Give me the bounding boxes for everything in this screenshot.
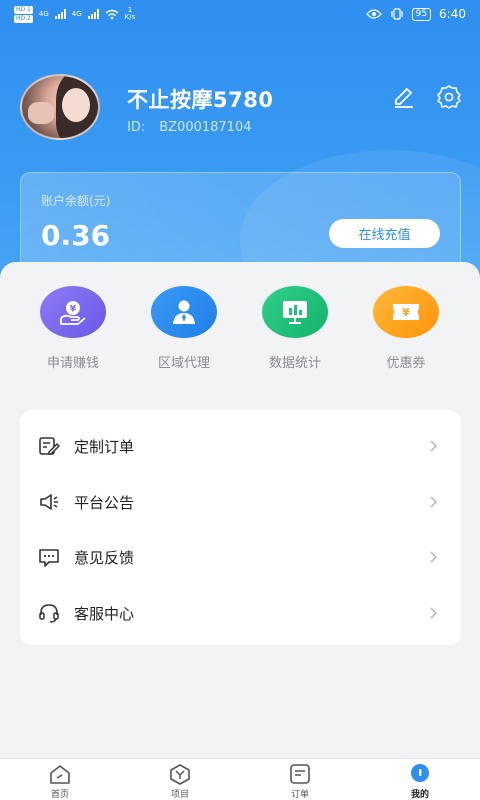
quick-action-coupon[interactable]: ¥ 优惠券 (351, 286, 461, 371)
tab-home[interactable]: 首页 (20, 763, 100, 800)
order-icon (290, 764, 310, 784)
user-id-label: ID: (127, 120, 146, 135)
chevron-right-icon (430, 496, 438, 508)
tab-project[interactable]: 项目 (140, 763, 220, 800)
avatar[interactable] (20, 74, 100, 140)
money-hand-icon: ¥ (60, 301, 86, 325)
network-type-2: 4G (71, 10, 82, 18)
agent-person-icon (173, 300, 195, 324)
custom-order-icon (39, 437, 60, 455)
user-id: ID: BZ000187104 (127, 120, 252, 135)
wifi-icon (105, 9, 119, 19)
menu-item-announcement-label: 平台公告 (74, 493, 135, 512)
tab-me[interactable]: 我的 (380, 763, 460, 800)
chevron-right-icon (430, 607, 438, 619)
tab-order-label: 订单 (290, 790, 309, 800)
hd1-badge: HD 1 (14, 5, 33, 14)
tab-project-label: 项目 (170, 790, 189, 800)
project-icon (170, 764, 190, 785)
username: 不止按摩5780 (127, 88, 274, 112)
me-icon (411, 764, 429, 782)
menu-card: 定制订单 平台公告 意见反馈 客服中心 (20, 410, 461, 645)
menu-item-feedback-label: 意见反馈 (74, 548, 135, 567)
gear-icon[interactable] (436, 84, 462, 110)
hd2-badge: HD 2 (14, 14, 33, 23)
menu-item-customer-service[interactable]: 客服中心 (20, 585, 461, 641)
quick-action-coupon-label: 优惠券 (386, 356, 426, 371)
tab-me-label: 我的 (410, 790, 429, 800)
chevron-right-icon (430, 551, 438, 563)
vibrate-icon (390, 8, 403, 20)
svg-text:¥: ¥ (402, 306, 410, 319)
menu-item-customer-service-label: 客服中心 (74, 604, 135, 623)
chevron-right-icon (430, 440, 438, 452)
quick-action-statistics[interactable]: 数据统计 (240, 286, 350, 371)
avatar-hand (28, 102, 54, 124)
edit-icon[interactable] (391, 84, 417, 110)
svg-text:¥: ¥ (70, 305, 77, 315)
battery-level: 95 (411, 7, 432, 21)
signal-icon-2 (87, 9, 99, 19)
signal-icon-1 (54, 9, 66, 19)
network-speed-unit: K/s (124, 13, 136, 21)
coupon-icon: ¥ (393, 304, 419, 320)
eye-icon (365, 9, 382, 19)
quick-action-coupon-circle: ¥ (373, 286, 439, 338)
avatar-face (62, 88, 90, 122)
headset-icon (39, 604, 59, 623)
feedback-icon (39, 549, 59, 567)
quick-action-area-agent-label: 区域代理 (157, 356, 210, 371)
quick-action-area-agent[interactable]: 区域代理 (129, 286, 239, 371)
user-id-value: BZ000187104 (159, 120, 252, 135)
quick-actions: ¥ 申请赚钱 区域代理 数据统计 ¥ 优惠券 (0, 286, 480, 376)
tab-home-label: 首页 (50, 790, 69, 800)
menu-item-feedback[interactable]: 意见反馈 (20, 529, 461, 585)
quick-action-statistics-label: 数据统计 (268, 356, 321, 371)
announcement-icon (40, 494, 58, 510)
home-icon (50, 765, 70, 784)
tab-order[interactable]: 订单 (260, 763, 340, 800)
quick-action-area-agent-circle (151, 286, 217, 338)
quick-action-apply-earn-label: 申请赚钱 (46, 356, 99, 371)
menu-item-announcement[interactable]: 平台公告 (20, 474, 461, 530)
bottom-tab-bar: 首页 项目 订单 我的 (0, 758, 480, 800)
main-panel: ¥ 申请赚钱 区域代理 数据统计 ¥ 优惠券 定制订单 平台公告 意见反馈 客服… (0, 262, 480, 758)
status-bar: HD 1 HD 2 4G 4G 1 K/s 95 6:40 (0, 0, 480, 28)
quick-action-statistics-circle (262, 286, 328, 338)
balance-label: 账户余额(元) (41, 194, 111, 208)
quick-action-apply-earn[interactable]: ¥ 申请赚钱 (18, 286, 128, 371)
menu-item-custom-order[interactable]: 定制订单 (20, 418, 461, 474)
network-speed: 1 K/s (125, 7, 136, 21)
clock: 6:40 (439, 7, 466, 21)
statistics-icon (283, 301, 307, 324)
network-type-1: 4G (38, 10, 49, 18)
balance-value: 0.36 (41, 219, 111, 252)
menu-item-custom-order-label: 定制订单 (74, 437, 135, 456)
quick-action-apply-earn-circle: ¥ (40, 286, 106, 338)
recharge-button[interactable]: 在线充值 (329, 219, 440, 248)
